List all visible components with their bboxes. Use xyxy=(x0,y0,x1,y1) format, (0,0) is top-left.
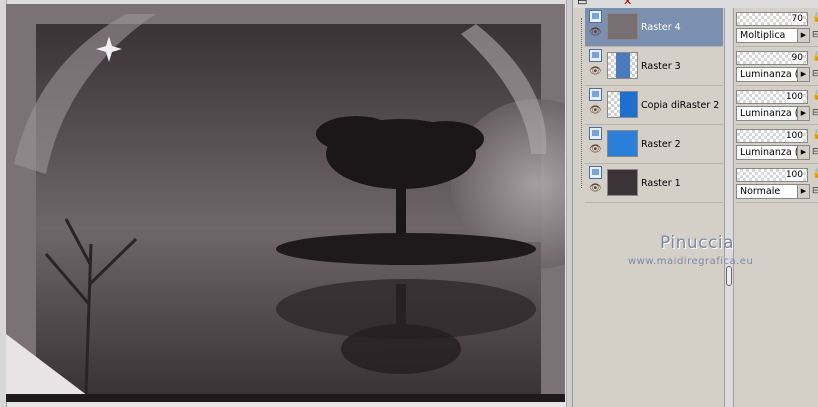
layer-name: Copia diRaster 2 xyxy=(641,100,720,111)
delete-layer-icon[interactable]: ✕ xyxy=(623,0,632,7)
layer-thumbnail xyxy=(607,52,638,79)
opacity-value: 100 xyxy=(785,130,803,142)
opacity-slider[interactable]: 70 xyxy=(736,12,808,26)
blend-mode-value: Moltiplica xyxy=(740,30,786,41)
layer-name: Raster 4 xyxy=(641,22,681,33)
raster-layer-icon[interactable] xyxy=(589,10,602,23)
opacity-value: 70 xyxy=(791,13,803,25)
palette-splitter[interactable] xyxy=(724,8,734,407)
layer-tree-line xyxy=(581,18,583,188)
splitter-grip[interactable] xyxy=(726,266,732,286)
image-canvas[interactable] xyxy=(6,4,565,402)
layer-row-raster-2[interactable]: 👁 Raster 2 xyxy=(585,125,723,164)
layer-props-raster-3: 90 🔒 Luminanza (L) ▶ ⊟ xyxy=(736,47,818,86)
layer-props-raster-1: 100 🔒 Normale ▶ ⊟ xyxy=(736,164,818,203)
chevron-right-icon[interactable]: ▶ xyxy=(797,68,809,81)
eye-icon[interactable]: 👁 xyxy=(589,28,602,38)
chevron-right-icon[interactable]: ▶ xyxy=(797,107,809,120)
eye-icon[interactable]: 👁 xyxy=(589,145,602,155)
layer-props-raster-2: 100 🔒 Luminanza (L) ▶ ⊟ xyxy=(736,125,818,164)
eye-icon[interactable]: 👁 xyxy=(589,67,602,77)
link-icon[interactable]: ⊟ xyxy=(812,30,818,40)
link-icon[interactable]: ⊟ xyxy=(812,147,818,157)
layer-name: Raster 1 xyxy=(641,178,681,189)
opacity-slider[interactable]: 100 xyxy=(736,129,808,143)
layer-thumbnail xyxy=(607,91,638,118)
layer-list: 👁 Raster 4 👁 Raster 3 👁 Copia diRaster 2… xyxy=(585,8,723,203)
new-layer-icon[interactable]: ▭ xyxy=(577,0,587,7)
raster-layer-icon[interactable] xyxy=(589,166,602,179)
link-icon[interactable]: ⊟ xyxy=(812,69,818,79)
blend-mode-select[interactable]: Normale ▶ xyxy=(736,184,810,199)
opacity-slider[interactable]: 90 xyxy=(736,51,808,65)
eye-icon[interactable]: 👁 xyxy=(589,106,602,116)
chevron-right-icon[interactable]: ▶ xyxy=(797,185,809,198)
watermark-url: www.maidiregrafica.eu xyxy=(628,256,754,267)
layer-thumbnail xyxy=(607,169,638,196)
blend-mode-select[interactable]: Luminanza (L) ▶ xyxy=(736,67,810,82)
layer-row-raster-1[interactable]: 👁 Raster 1 xyxy=(585,164,723,203)
layer-name: Raster 2 xyxy=(641,139,681,150)
lock-icon[interactable]: 🔒 xyxy=(812,168,818,179)
blend-mode-value: Normale xyxy=(740,186,781,197)
watermark-title: Pinuccia xyxy=(660,233,734,253)
layer-row-raster-3[interactable]: 👁 Raster 3 xyxy=(585,47,723,86)
palette-toolbar: ▭ ✕ xyxy=(573,0,818,8)
link-icon[interactable]: ⊟ xyxy=(812,186,818,196)
opacity-slider[interactable]: 100 xyxy=(736,90,808,104)
opacity-value: 100 xyxy=(785,169,803,181)
lock-icon[interactable]: 🔒 xyxy=(812,90,818,101)
raster-layer-icon[interactable] xyxy=(589,127,602,140)
layer-props-raster-4: 70 🔒 Moltiplica ▶ ⊟ xyxy=(736,8,818,47)
lock-icon[interactable]: 🔒 xyxy=(812,129,818,140)
island xyxy=(276,233,536,265)
opacity-value: 90 xyxy=(791,52,803,64)
layer-row-copia-raster-2[interactable]: 👁 Copia diRaster 2 xyxy=(585,86,723,125)
opacity-value: 100 xyxy=(785,91,803,103)
lock-icon[interactable]: 🔒 xyxy=(812,51,818,62)
blend-mode-select[interactable]: Moltiplica ▶ xyxy=(736,28,810,43)
grass-strip xyxy=(6,394,565,402)
link-icon[interactable]: ⊟ xyxy=(812,108,818,118)
canvas-artwork xyxy=(6,4,565,402)
eye-icon[interactable]: 👁 xyxy=(589,184,602,194)
raster-layer-icon[interactable] xyxy=(589,49,602,62)
canvas-frame xyxy=(0,0,573,407)
lock-icon[interactable]: 🔒 xyxy=(812,12,818,23)
blend-mode-select[interactable]: Luminanza (L) ▶ xyxy=(736,106,810,121)
layer-thumbnail xyxy=(607,13,638,40)
chevron-right-icon[interactable]: ▶ xyxy=(797,146,809,159)
layer-thumbnail xyxy=(607,130,638,157)
raster-layer-icon[interactable] xyxy=(589,88,602,101)
layer-props-copia-raster-2: 100 🔒 Luminanza (L) ▶ ⊟ xyxy=(736,86,818,125)
layers-palette: ▭ ✕ 👁 Raster 4 👁 Raster 3 👁 Copia diRast… xyxy=(572,0,818,407)
layer-properties-column: 70 🔒 Moltiplica ▶ ⊟ 90 🔒 Luminanza (L) ▶… xyxy=(736,8,818,203)
chevron-right-icon[interactable]: ▶ xyxy=(797,29,809,42)
layer-row-raster-4[interactable]: 👁 Raster 4 xyxy=(585,8,723,47)
blend-mode-select[interactable]: Luminanza (L) ▶ xyxy=(736,145,810,160)
opacity-slider[interactable]: 100 xyxy=(736,168,808,182)
layer-name: Raster 3 xyxy=(641,61,681,72)
